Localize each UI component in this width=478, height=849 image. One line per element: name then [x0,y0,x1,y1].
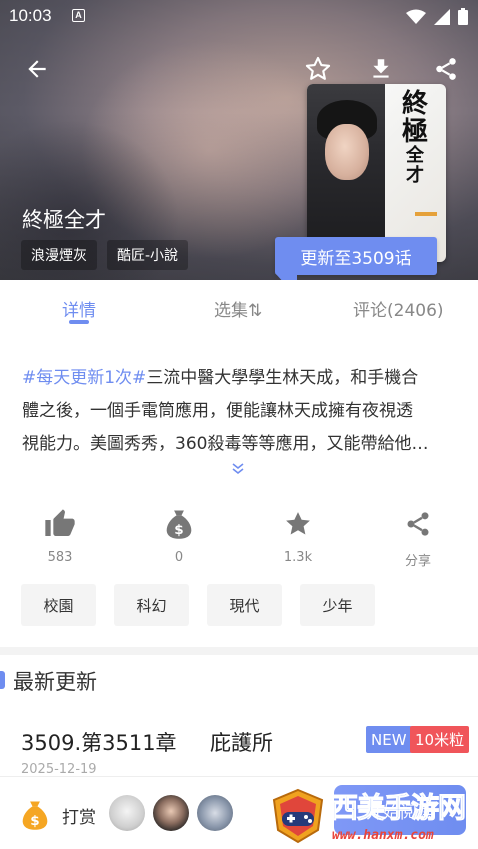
share-button[interactable]: 分享 [378,508,458,569]
book-description[interactable]: #每天更新1次#三流中醫大學學生林天成，和手機合 體之後，一個手電筒應用，便能讓… [22,362,456,461]
description-line: 視能力。美圖秀秀，360殺毒等等應用，又能帶給他… [22,434,429,454]
thumb-up-icon [45,509,75,536]
share-label: 分享 [404,554,431,569]
like-count: 583 [47,550,73,565]
description-line: 體之後，一個手電筒應用，便能讓林天成擁有夜視透 [22,401,413,421]
author-tag[interactable]: 浪漫煙灰 [21,240,97,270]
svg-text:$: $ [174,522,183,538]
download-button[interactable] [364,52,398,86]
money-bag-icon: $ [166,510,192,539]
cover-title-char: 才 [406,165,424,186]
battery-icon [458,8,468,25]
share-top-button[interactable] [429,52,463,86]
section-marker [0,671,5,689]
share-icon [407,512,429,536]
bottom-bar: $ 打赏 开始阅读 [0,776,478,849]
genre-tag[interactable]: 校園 [21,584,96,626]
status-icons [406,8,468,25]
genre-tag[interactable]: 科幻 [114,584,189,626]
favorite-count: 1.3k [283,550,313,565]
share-icon [436,58,456,80]
avatar[interactable] [153,795,189,831]
tab-details[interactable]: 详情 [62,296,96,321]
genre-tag[interactable]: 現代 [207,584,282,626]
genre-tag[interactable]: 少年 [300,584,375,626]
download-icon [373,59,389,78]
signal-icon [434,8,450,25]
description-text: 三流中醫大學學生林天成，和手機合 [146,368,419,388]
money-bag-icon: $ [22,801,48,830]
avatar[interactable] [109,795,145,831]
reward-button[interactable]: $ [20,799,50,831]
cover-title: 終 極 全 才 [385,90,445,186]
chevron-double-down-icon [232,463,244,475]
latest-chapter-date: 2025-12-19 [21,762,97,777]
description-line: #每天更新1次#三流中醫大學學生林天成，和手機合 [22,362,456,395]
cover-title-char: 極 [401,117,428,147]
star-icon [286,512,310,535]
cover-title-char: 全 [406,145,424,166]
tab-comments[interactable]: 评论(2406) [353,296,444,321]
genre-tags: 校園 科幻 現代 少年 [21,584,375,626]
donate-button[interactable]: $ 0 [139,508,219,565]
hero-tags: 浪漫煙灰 酷匠-小說 [21,240,189,270]
act-icon-wrap [378,508,458,540]
back-button[interactable] [20,52,54,86]
latest-chapter-title[interactable]: 3509.第3511章 庇護所 [21,727,273,757]
book-cover[interactable]: 終 極 全 才 [307,84,446,262]
start-reading-button[interactable]: 开始阅读 [334,785,466,835]
tab-active-indicator [69,320,89,324]
latest-section-title: 最新更新 [13,670,97,694]
section-divider [0,647,478,655]
tab-episodes[interactable]: 选集⇅ [214,296,262,321]
status-bar: 10:03 A [0,0,478,32]
expand-description-button[interactable] [231,462,245,480]
act-icon-wrap [20,508,100,540]
wifi-icon [406,9,426,24]
back-arrow-icon [28,60,46,78]
reward-label[interactable]: 打赏 [62,803,96,828]
act-icon-wrap: $ [139,508,219,540]
favorite-button[interactable]: 1.3k [258,508,338,565]
cover-title-char: 終 [401,89,428,119]
action-row: 583 $ 0 1.3k 分享 [0,508,478,572]
new-badge: NEW [366,726,412,753]
price-badge: 10米粒 [410,726,470,753]
bookmark-button[interactable] [301,52,335,86]
status-time: 10:03 [9,6,52,25]
like-button[interactable]: 583 [20,508,100,565]
donate-count: 0 [174,550,184,565]
screen: 10:03 A 終 極 全 才 終極全才 浪漫煙灰 酷匠-小說 更新至3509话… [0,0,478,849]
star-outline-icon [305,56,331,80]
book-title: 終極全才 [22,208,106,232]
cover-face [325,124,369,180]
cover-accent [415,212,437,216]
description-hashtag[interactable]: #每天更新1次# [22,368,146,388]
act-icon-wrap [258,508,338,540]
avatar[interactable] [197,795,233,831]
source-tag[interactable]: 酷匠-小說 [107,240,189,270]
cover-person-image [307,84,385,262]
update-badge: 更新至3509话 [275,237,437,275]
tab-bar: 详情 选集⇅ 评论(2406) [0,280,478,332]
svg-text:$: $ [30,813,39,829]
notification-icon: A [72,9,85,22]
